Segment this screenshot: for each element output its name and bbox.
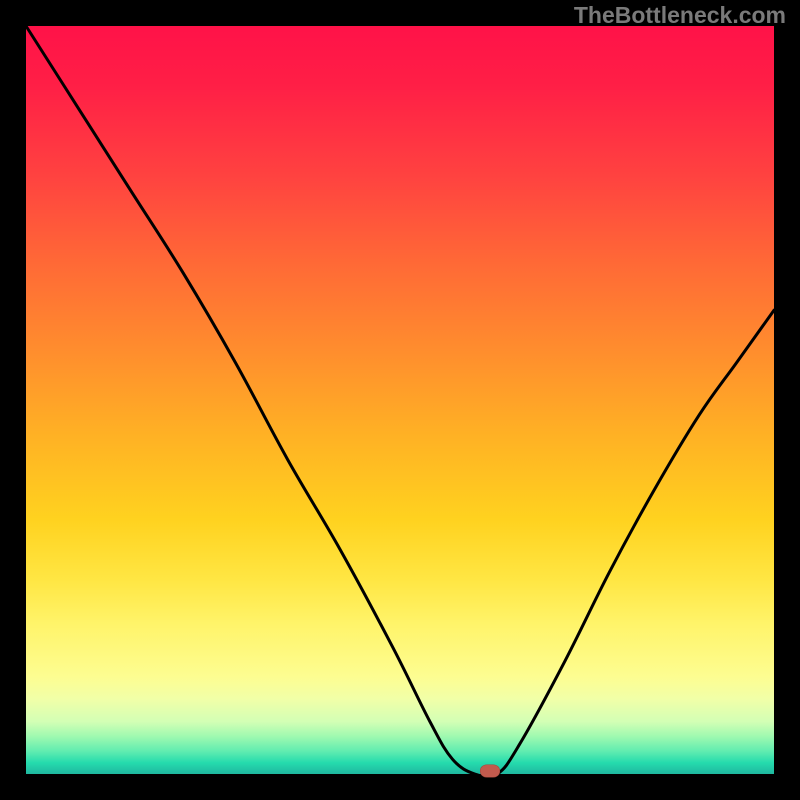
watermark-text: TheBottleneck.com — [574, 2, 786, 29]
chart-frame: TheBottleneck.com — [0, 0, 800, 800]
curve-layer — [26, 26, 774, 774]
optimal-point-marker — [480, 765, 500, 778]
bottleneck-curve — [26, 26, 774, 777]
plot-area — [26, 26, 774, 774]
